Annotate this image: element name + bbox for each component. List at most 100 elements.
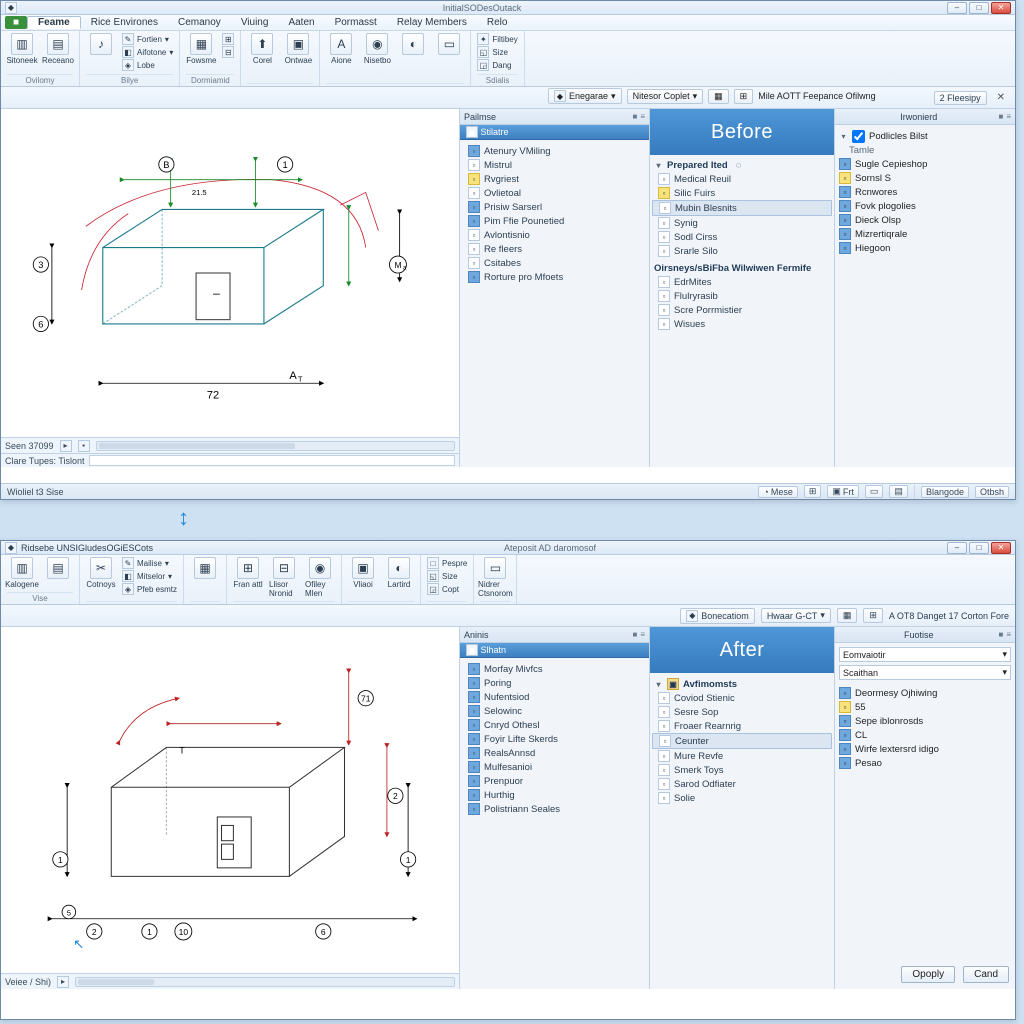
prop-checkbox[interactable] <box>852 130 865 143</box>
menu-tab-active[interactable]: Feame <box>27 16 81 29</box>
tree-item[interactable]: ▫Flulryrasib <box>652 289 832 303</box>
property-item[interactable]: ▫Mizrertiqrale <box>839 227 1011 241</box>
property-item[interactable]: ▫Fovk plogolies <box>839 199 1011 213</box>
menu-tab[interactable]: Pormasst <box>325 17 387 28</box>
property-item[interactable]: ▫Wirfe lextersrd idigo <box>839 742 1011 756</box>
combo-button[interactable]: ▦ <box>708 89 729 104</box>
menu-tab[interactable]: Viuing <box>231 17 279 28</box>
property-item[interactable]: ▫55 <box>839 700 1011 714</box>
ribbon-small-button[interactable]: ◲Dang <box>477 59 517 71</box>
status-button[interactable]: ▣ Frt <box>827 485 859 498</box>
tree-item[interactable]: ▫Ceunter <box>652 733 832 749</box>
menu-tab[interactable]: Relo <box>477 17 518 28</box>
property-item[interactable]: ▫Sepe iblonrosds <box>839 714 1011 728</box>
ribbon-button[interactable]: ♪ <box>86 33 116 71</box>
ribbon-small-button[interactable]: ✎Fortien ▾ <box>122 33 173 45</box>
tree-item[interactable]: ▫Coviod Stienic <box>652 691 832 705</box>
combo-button[interactable]: Hwaar G-CT ▾ <box>761 608 831 623</box>
minimize-button[interactable]: – <box>947 542 967 554</box>
prop-select[interactable]: Eomvaiotir▾ <box>839 647 1011 662</box>
ribbon-button[interactable]: ▦Fowsme <box>186 33 216 65</box>
panel-tab[interactable]: ▣ Stilatre <box>460 125 649 140</box>
tree-item[interactable]: ▫Silic Fuirs <box>652 186 832 200</box>
combo-button[interactable]: Nitesor Coplet ▾ <box>627 89 704 104</box>
property-item[interactable]: ▫Hiegoon <box>839 241 1011 255</box>
cancel-button[interactable]: Cand <box>963 966 1009 983</box>
property-item[interactable]: ▫Rcnwores <box>839 185 1011 199</box>
ribbon-button[interactable]: ▥Sitoneek <box>7 33 37 65</box>
tree-item[interactable]: ▫Mure Revfe <box>652 749 832 763</box>
minimize-button[interactable]: – <box>947 2 967 14</box>
ribbon-button[interactable]: ◉Nisetbo <box>362 33 392 65</box>
tree-item[interactable]: ▫Rorture pro Mfoets <box>462 270 647 284</box>
tree-item[interactable]: ▫Poring <box>462 676 647 690</box>
tree-item[interactable]: ▫Csitabes <box>462 256 647 270</box>
status-button[interactable]: ▭ <box>865 485 884 498</box>
menu-tab[interactable]: Rice Environes <box>81 17 168 28</box>
close-button[interactable]: ✕ <box>991 542 1011 554</box>
tree-item[interactable]: ▫Selowinc <box>462 704 647 718</box>
close-button[interactable]: ✕ <box>991 2 1011 14</box>
tree-item[interactable]: ▫Morfay Mivfcs <box>462 662 647 676</box>
ribbon-button[interactable]: ◐ <box>398 33 428 65</box>
drawing-canvas[interactable]: 71 2 1 1 2 1 10 6 5 T ↖ <box>1 627 459 973</box>
apply-button[interactable]: Opoply <box>901 966 955 983</box>
ribbon-button[interactable]: ▥Kalogene <box>7 557 37 589</box>
tree-item[interactable]: ▫Wisues <box>652 317 832 331</box>
prop-select[interactable]: Scaithan▾ <box>839 665 1011 680</box>
tree-item[interactable]: ▫Atenury VMiling <box>462 144 647 158</box>
maximize-button[interactable]: □ <box>969 2 989 14</box>
property-item[interactable]: ▫CL <box>839 728 1011 742</box>
ribbon-small-button[interactable]: ✦Filtibey <box>477 33 517 45</box>
status-button[interactable]: ⊞ <box>804 485 822 498</box>
menu-tab[interactable]: Cemanoy <box>168 17 231 28</box>
ribbon-button[interactable]: ▭ <box>434 33 464 65</box>
drawing-canvas[interactable]: 72 AT B 1 3 6 Ma 21.5 <box>1 109 459 437</box>
tree-item[interactable]: ▫Srarle Silo <box>652 244 832 258</box>
ribbon-button[interactable]: ▣Ontwae <box>283 33 313 65</box>
maximize-button[interactable]: □ <box>969 542 989 554</box>
hscroll[interactable] <box>96 441 455 451</box>
combo-button[interactable]: ◆Bonecatiom <box>680 608 755 624</box>
tree-item[interactable]: ▫Sodl Cirss <box>652 230 832 244</box>
status-button[interactable]: Otbsh <box>975 486 1009 498</box>
tree-item[interactable]: ▫Mulfesanioi <box>462 760 647 774</box>
ribbon-button[interactable]: AAione <box>326 33 356 65</box>
tree-item[interactable]: ▫Sesre Sop <box>652 705 832 719</box>
tree-item[interactable]: ▫Solie <box>652 791 832 805</box>
property-item[interactable]: ▫Sugle Cepieshop <box>839 157 1011 171</box>
tree-item[interactable]: ▫Pim Ffie Pounetied <box>462 214 647 228</box>
combo-button[interactable]: ⊞ <box>734 89 754 104</box>
file-tab[interactable]: ■ <box>5 16 27 29</box>
tree-item[interactable]: ▫Re fleers <box>462 242 647 256</box>
tree-item[interactable]: ▫Avlontisnio <box>462 228 647 242</box>
status-button[interactable]: ▤ <box>889 485 908 498</box>
property-item[interactable]: ▫Pesao <box>839 756 1011 770</box>
panel-tab[interactable]: ▣ Slhatn <box>460 643 649 658</box>
hscroll[interactable] <box>75 977 455 987</box>
ribbon-button[interactable]: ▤ <box>43 557 73 589</box>
ribbon-button[interactable]: ▤Receano <box>43 33 73 65</box>
tree-item[interactable]: ▫Cnryd Othesl <box>462 718 647 732</box>
tree-item[interactable]: ▫Smerk Toys <box>652 763 832 777</box>
ribbon-button[interactable]: ✂Cotnoys <box>86 557 116 595</box>
tree-item[interactable]: ▫Scre Porrmistier <box>652 303 832 317</box>
tree-item[interactable]: ▫EdrMites <box>652 275 832 289</box>
property-item[interactable]: ▫Deormesy Ojhiwing <box>839 686 1011 700</box>
menu-tab[interactable]: Aaten <box>278 17 324 28</box>
tree-item[interactable]: ▫Medical Reuil <box>652 172 832 186</box>
tree-item[interactable]: ▫Sarod Odfiater <box>652 777 832 791</box>
property-item[interactable]: ▫Dieck Olsp <box>839 213 1011 227</box>
sheet-tab[interactable]: Veiee / Shi) <box>5 977 51 987</box>
tree-item[interactable]: ▫Foyir Lifte Skerds <box>462 732 647 746</box>
status-button[interactable]: ◔ Mese <box>758 486 797 498</box>
tree-item[interactable]: ▫Rvgriest <box>462 172 647 186</box>
tree-item[interactable]: ▫Hurthig <box>462 788 647 802</box>
tree-item[interactable]: ▫Mubin Blesnits <box>652 200 832 216</box>
sheet-tab[interactable]: Seen 37099 <box>5 441 54 451</box>
tree-item[interactable]: ▫Polistriann Seales <box>462 802 647 816</box>
tree-item[interactable]: ▫Nufentsiod <box>462 690 647 704</box>
combo-button[interactable]: ◆Enegarae ▾ <box>548 88 622 104</box>
tree-item[interactable]: ▫Froaer Rearnrig <box>652 719 832 733</box>
tree-item[interactable]: ▫Ovlietoal <box>462 186 647 200</box>
